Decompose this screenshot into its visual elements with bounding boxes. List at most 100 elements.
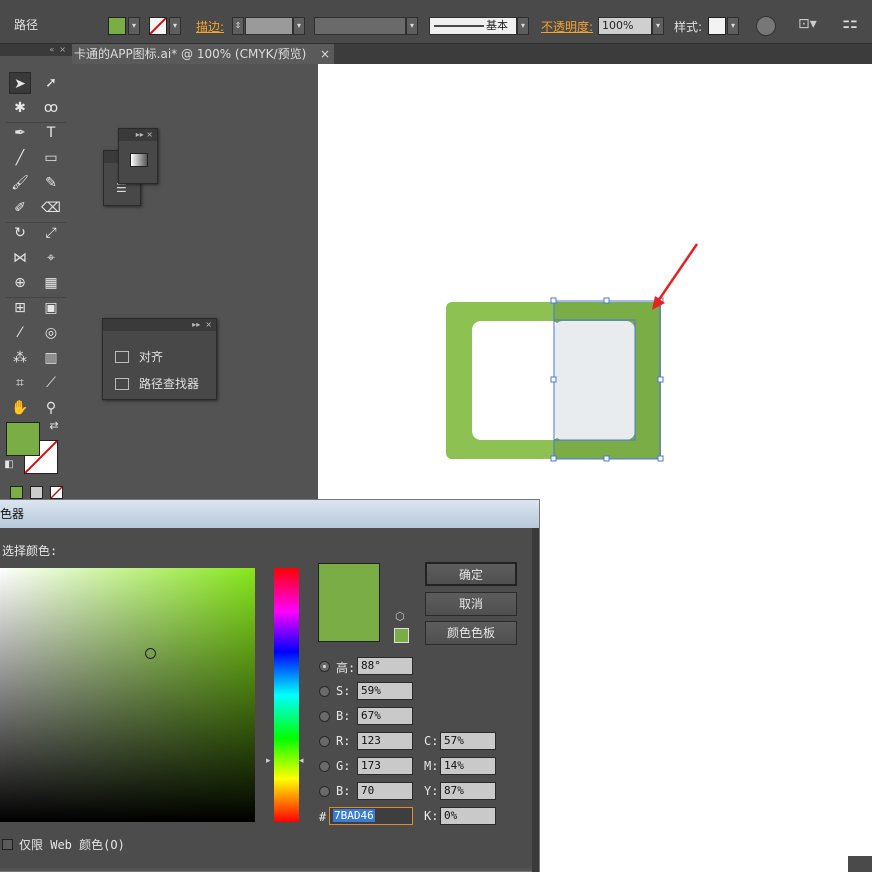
- fill-swatch[interactable]: [108, 17, 126, 35]
- stroke-stepper[interactable]: ⇕: [232, 17, 244, 35]
- color-field-marker[interactable]: [145, 648, 156, 659]
- free-transform-tool-icon[interactable]: ⌖: [40, 247, 62, 269]
- lasso-tool-icon[interactable]: ꝏ: [40, 97, 62, 119]
- stroke-none-swatch[interactable]: [149, 17, 167, 35]
- pen-tool-icon[interactable]: ✒: [9, 122, 31, 144]
- web-only-checkbox[interactable]: [2, 839, 13, 850]
- hue-slider-right-arrow[interactable]: ◂: [299, 756, 304, 766]
- stroke-weight-field[interactable]: [245, 17, 293, 35]
- hue-slider-left-arrow[interactable]: ▸: [266, 756, 271, 766]
- color-mode-icon[interactable]: [10, 486, 23, 499]
- rotate-tool-icon[interactable]: ↻: [9, 222, 31, 244]
- align-options-icon[interactable]: ⊡▾: [798, 16, 817, 32]
- align-panel-item[interactable]: 对齐: [115, 348, 163, 365]
- symbol-sprayer-tool-icon[interactable]: ⁂: [9, 347, 31, 369]
- bbox-handle[interactable]: [550, 297, 557, 304]
- green-radio[interactable]: [319, 761, 330, 772]
- mesh-tool-icon[interactable]: ⊞: [9, 297, 31, 319]
- bbox-handle[interactable]: [603, 455, 610, 462]
- brightness-radio[interactable]: [319, 711, 330, 722]
- direct-selection-tool-icon[interactable]: ➚: [40, 72, 62, 94]
- dialog-titlebar[interactable]: 色器: [0, 500, 539, 528]
- artboard-tool-icon[interactable]: ⌗: [9, 372, 31, 394]
- opacity-label[interactable]: 不透明度:: [541, 18, 593, 35]
- green-field[interactable]: 173: [357, 757, 413, 775]
- gamut-warning-icon[interactable]: ⬡: [395, 610, 405, 623]
- document-tab[interactable]: 卡通的APP图标.ai* @ 100% (CMYK/预览) ×: [72, 44, 334, 64]
- stroke-weight-label[interactable]: 描边:: [196, 18, 224, 35]
- eyedropper-tool-icon[interactable]: ⁄: [9, 322, 31, 344]
- blue-field[interactable]: 70: [357, 782, 413, 800]
- opacity-field[interactable]: 100%: [598, 17, 652, 35]
- magic-wand-tool-icon[interactable]: ✱: [9, 97, 31, 119]
- yellow-field[interactable]: 87%: [440, 782, 496, 800]
- brush-dropdown[interactable]: ▾: [517, 17, 529, 35]
- gradient-tool-icon[interactable]: ▣: [40, 297, 62, 319]
- cancel-button[interactable]: 取消: [425, 592, 517, 616]
- style-swatch[interactable]: [708, 17, 726, 35]
- column-graph-tool-icon[interactable]: ▥: [40, 347, 62, 369]
- opacity-dropdown[interactable]: ▾: [652, 17, 664, 35]
- hue-radio[interactable]: [319, 661, 330, 672]
- brightness-field[interactable]: 67%: [357, 707, 413, 725]
- rectangle-tool-icon[interactable]: ▭: [40, 147, 62, 169]
- tools-panel-header[interactable]: « ×: [0, 44, 72, 56]
- eraser-tool-icon[interactable]: ⌫: [40, 197, 62, 219]
- panel-header[interactable]: ▸▸ ×: [103, 319, 216, 331]
- variable-width-field[interactable]: [314, 17, 406, 35]
- pasteboard[interactable]: [72, 64, 318, 500]
- recolor-artwork-icon[interactable]: [756, 16, 776, 36]
- width-tool-icon[interactable]: ⋈: [9, 247, 31, 269]
- saturation-field[interactable]: 59%: [357, 682, 413, 700]
- blend-tool-icon[interactable]: ◎: [40, 322, 62, 344]
- variable-width-dropdown[interactable]: ▾: [406, 17, 418, 35]
- blob-brush-tool-icon[interactable]: ✐: [9, 197, 31, 219]
- scale-tool-icon[interactable]: ⤢: [40, 222, 62, 244]
- grid-options-icon[interactable]: ⚏: [842, 12, 858, 33]
- hand-tool-icon[interactable]: ✋: [9, 397, 31, 419]
- style-dropdown[interactable]: ▾: [727, 17, 739, 35]
- hex-field[interactable]: 7BAD46: [329, 807, 413, 825]
- red-radio[interactable]: [319, 736, 330, 747]
- magenta-field[interactable]: 14%: [440, 757, 496, 775]
- gradient-icon[interactable]: [130, 153, 148, 167]
- fill-color-front[interactable]: [6, 422, 40, 456]
- blue-radio[interactable]: [319, 786, 330, 797]
- shape-builder-tool-icon[interactable]: ⊕: [9, 272, 31, 294]
- pencil-tool-icon[interactable]: ✎: [40, 172, 62, 194]
- close-tab-icon[interactable]: ×: [320, 44, 330, 64]
- bbox-handle[interactable]: [550, 455, 557, 462]
- bbox-handle[interactable]: [657, 376, 664, 383]
- black-field[interactable]: 0%: [440, 807, 496, 825]
- gradient-mode-icon[interactable]: [30, 486, 43, 499]
- bbox-handle[interactable]: [657, 455, 664, 462]
- hue-slider[interactable]: [274, 568, 299, 822]
- panel-header[interactable]: ▸▸ ×: [119, 129, 157, 141]
- bbox-handle[interactable]: [603, 297, 610, 304]
- paintbrush-tool-icon[interactable]: 🖌︎: [9, 172, 31, 194]
- hue-field[interactable]: 88°: [357, 657, 413, 675]
- perspective-grid-tool-icon[interactable]: ▦: [40, 272, 62, 294]
- zoom-tool-icon[interactable]: ⚲: [40, 397, 62, 419]
- red-field[interactable]: 123: [357, 732, 413, 750]
- fill-dropdown[interactable]: ▾: [128, 17, 140, 35]
- collapsed-panel-gradient[interactable]: ▸▸ ×: [118, 128, 158, 184]
- brush-field[interactable]: 基本: [429, 17, 517, 35]
- default-colors-icon[interactable]: ◧: [2, 458, 16, 472]
- cyan-field[interactable]: 57%: [440, 732, 496, 750]
- saturation-radio[interactable]: [319, 686, 330, 697]
- stroke-weight-dropdown[interactable]: ▾: [293, 17, 305, 35]
- gamut-color-swatch[interactable]: [394, 628, 409, 643]
- type-tool-icon[interactable]: T: [40, 122, 62, 144]
- swap-colors-icon[interactable]: ⇄: [46, 418, 62, 434]
- bbox-handle[interactable]: [550, 376, 557, 383]
- slice-tool-icon[interactable]: ⟋: [40, 372, 62, 394]
- selection-tool-icon[interactable]: ➤: [9, 72, 31, 94]
- color-swatches-button[interactable]: 颜色色板: [425, 621, 517, 645]
- ok-button[interactable]: 确定: [425, 562, 517, 586]
- pathfinder-panel-item[interactable]: 路径查找器: [115, 375, 199, 392]
- stroke-dropdown[interactable]: ▾: [169, 17, 181, 35]
- line-tool-icon[interactable]: ╱: [9, 147, 31, 169]
- none-mode-icon[interactable]: [50, 486, 63, 499]
- color-field[interactable]: [0, 568, 255, 822]
